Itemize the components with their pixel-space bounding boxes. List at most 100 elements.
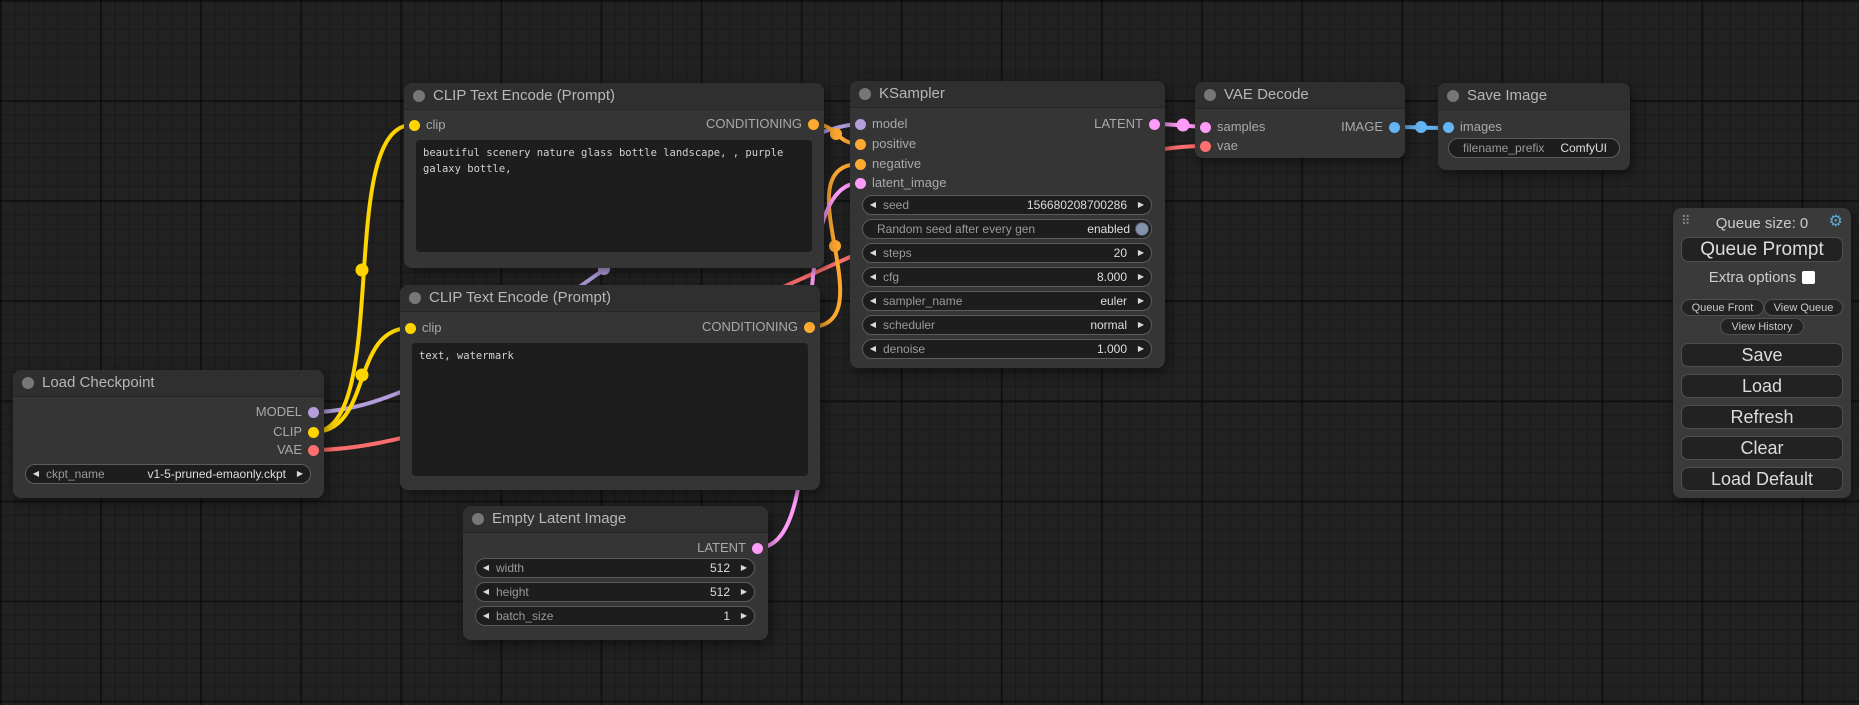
output-slot-image: IMAGE <box>1341 118 1405 136</box>
save-button[interactable]: Save <box>1681 343 1843 367</box>
view-queue-button[interactable]: View Queue <box>1764 299 1843 316</box>
node-titlebar[interactable]: Load Checkpoint <box>13 370 324 397</box>
model-slot-dot[interactable] <box>308 407 319 418</box>
widget-label: steps <box>883 244 912 262</box>
slot-label: positive <box>872 136 916 151</box>
filename-prefix-widget[interactable]: filename_prefix ComfyUI <box>1448 138 1620 158</box>
conditioning-slot-dot[interactable] <box>855 139 866 150</box>
decrement-arrow-icon[interactable]: ◀ <box>26 465 46 483</box>
link-dot <box>829 240 841 252</box>
extra-options-label: Extra options <box>1709 269 1797 286</box>
node-vae-decode: VAE Decode samples vae IMAGE <box>1195 82 1405 158</box>
collapse-dot-icon[interactable] <box>22 377 34 389</box>
collapse-dot-icon[interactable] <box>413 90 425 102</box>
widget-label: scheduler <box>883 316 935 334</box>
slot-label: VAE <box>277 442 302 457</box>
refresh-button[interactable]: Refresh <box>1681 405 1843 429</box>
input-slot-vae: vae <box>1195 137 1238 155</box>
increment-arrow-icon[interactable]: ▶ <box>1131 292 1151 310</box>
increment-arrow-icon[interactable]: ▶ <box>1131 196 1151 214</box>
slot-label: model <box>872 116 907 131</box>
model-slot-dot[interactable] <box>855 119 866 130</box>
view-history-button[interactable]: View History <box>1720 318 1804 335</box>
node-titlebar[interactable]: CLIP Text Encode (Prompt) <box>404 83 824 110</box>
toggle-knob[interactable] <box>1135 222 1149 236</box>
decrement-arrow-icon[interactable]: ◀ <box>863 292 883 310</box>
widget-label: sampler_name <box>883 292 962 310</box>
clip-slot-dot[interactable] <box>308 427 319 438</box>
node-titlebar[interactable]: KSampler <box>850 81 1165 108</box>
collapse-dot-icon[interactable] <box>1204 89 1216 101</box>
increment-arrow-icon[interactable]: ▶ <box>734 583 754 601</box>
load-button[interactable]: Load <box>1681 374 1843 398</box>
node-title: CLIP Text Encode (Prompt) <box>429 289 611 306</box>
decrement-arrow-icon[interactable]: ◀ <box>476 607 496 625</box>
image-slot-dot[interactable] <box>1389 122 1400 133</box>
extra-options-checkbox[interactable] <box>1802 271 1815 284</box>
node-titlebar[interactable]: CLIP Text Encode (Prompt) <box>400 285 820 312</box>
image-slot-dot[interactable] <box>1443 122 1454 133</box>
node-titlebar[interactable]: Empty Latent Image <box>463 506 768 533</box>
widget-label: Random seed after every gen <box>863 220 1035 238</box>
decrement-arrow-icon[interactable]: ◀ <box>863 268 883 286</box>
settings-gear-icon[interactable]: ⚙ <box>1829 213 1843 229</box>
link-clip-positive <box>313 125 414 432</box>
positive-prompt-textarea[interactable]: beautiful scenery nature glass bottle la… <box>416 140 812 252</box>
batch-size-widget[interactable]: ◀ batch_size 1 ▶ <box>475 606 755 626</box>
queue-front-button[interactable]: Queue Front <box>1681 299 1764 316</box>
conditioning-slot-dot[interactable] <box>804 322 815 333</box>
conditioning-slot-dot[interactable] <box>808 119 819 130</box>
decrement-arrow-icon[interactable]: ◀ <box>476 559 496 577</box>
clip-slot-dot[interactable] <box>409 120 420 131</box>
input-slot-model: model <box>850 115 907 133</box>
ckpt-name-widget[interactable]: ◀ ckpt_name v1-5-pruned-emaonly.ckpt ▶ <box>25 464 311 484</box>
node-graph-canvas[interactable]: Load Checkpoint MODEL CLIP VAE ◀ ckpt_na… <box>0 0 1859 705</box>
load-default-button[interactable]: Load Default <box>1681 467 1843 491</box>
increment-arrow-icon[interactable]: ▶ <box>734 559 754 577</box>
collapse-dot-icon[interactable] <box>859 88 871 100</box>
node-titlebar[interactable]: VAE Decode <box>1195 82 1405 109</box>
collapse-dot-icon[interactable] <box>472 513 484 525</box>
decrement-arrow-icon[interactable]: ◀ <box>863 244 883 262</box>
latent-slot-dot[interactable] <box>855 178 866 189</box>
increment-arrow-icon[interactable]: ▶ <box>1131 316 1151 334</box>
collapse-dot-icon[interactable] <box>1447 90 1459 102</box>
latent-slot-dot[interactable] <box>1149 119 1160 130</box>
node-load-checkpoint: Load Checkpoint MODEL CLIP VAE ◀ ckpt_na… <box>13 370 324 498</box>
increment-arrow-icon[interactable]: ▶ <box>1131 268 1151 286</box>
collapse-dot-icon[interactable] <box>409 292 421 304</box>
vae-slot-dot[interactable] <box>308 445 319 456</box>
cfg-widget[interactable]: ◀ cfg 8.000 ▶ <box>862 267 1152 287</box>
widget-label: height <box>496 583 529 601</box>
decrement-arrow-icon[interactable]: ◀ <box>863 316 883 334</box>
widget-value: 512 <box>524 559 734 577</box>
steps-widget[interactable]: ◀ steps 20 ▶ <box>862 243 1152 263</box>
queue-prompt-button[interactable]: Queue Prompt <box>1681 237 1843 262</box>
input-slot-latent-image: latent_image <box>850 174 946 192</box>
increment-arrow-icon[interactable]: ▶ <box>290 465 310 483</box>
height-widget[interactable]: ◀ height 512 ▶ <box>475 582 755 602</box>
clear-button[interactable]: Clear <box>1681 436 1843 460</box>
decrement-arrow-icon[interactable]: ◀ <box>863 340 883 358</box>
scheduler-widget[interactable]: ◀ scheduler normal ▶ <box>862 315 1152 335</box>
node-titlebar[interactable]: Save Image <box>1438 83 1630 110</box>
seed-widget[interactable]: ◀ seed 156680208700286 ▶ <box>862 195 1152 215</box>
widget-label: batch_size <box>496 607 553 625</box>
latent-slot-dot[interactable] <box>1200 122 1211 133</box>
denoise-widget[interactable]: ◀ denoise 1.000 ▶ <box>862 339 1152 359</box>
increment-arrow-icon[interactable]: ▶ <box>734 607 754 625</box>
vae-slot-dot[interactable] <box>1200 141 1211 152</box>
width-widget[interactable]: ◀ width 512 ▶ <box>475 558 755 578</box>
decrement-arrow-icon[interactable]: ◀ <box>476 583 496 601</box>
clip-slot-dot[interactable] <box>405 323 416 334</box>
sampler-name-widget[interactable]: ◀ sampler_name euler ▶ <box>862 291 1152 311</box>
increment-arrow-icon[interactable]: ▶ <box>1131 340 1151 358</box>
negative-prompt-textarea[interactable]: text, watermark <box>412 343 808 476</box>
decrement-arrow-icon[interactable]: ◀ <box>863 196 883 214</box>
extra-options-row: Extra options <box>1673 269 1851 286</box>
latent-slot-dot[interactable] <box>752 543 763 554</box>
random-seed-toggle-widget[interactable]: Random seed after every gen enabled <box>862 219 1152 239</box>
increment-arrow-icon[interactable]: ▶ <box>1131 244 1151 262</box>
conditioning-slot-dot[interactable] <box>855 159 866 170</box>
output-slot-vae: VAE <box>277 441 324 459</box>
